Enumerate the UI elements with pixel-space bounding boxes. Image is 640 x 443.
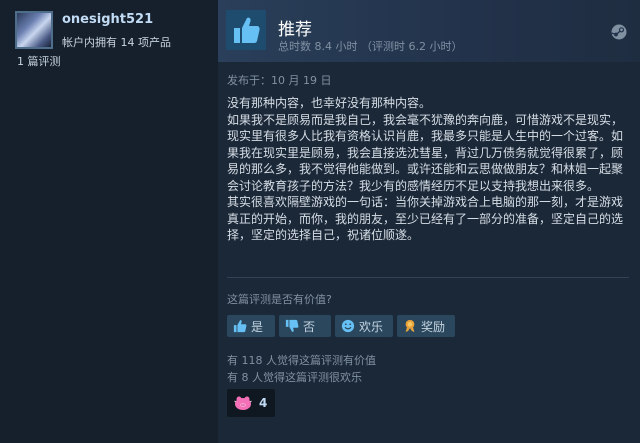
vote-yes-label: 是 (251, 319, 264, 334)
review-panel: 推荐 总时数 8.4 小时 （评测时 6.2 小时） 发布于：10 月 19 日… (218, 0, 640, 443)
funny-count: 有 8 人觉得这篇评测很欢乐 (227, 371, 362, 384)
review-body: 没有那种内容，也幸好没有那种内容。 如果我不是顾易而是我自己，我会毫不犹豫的奔向… (227, 95, 627, 244)
steam-icon (611, 24, 627, 40)
avatar[interactable] (15, 11, 53, 49)
posted-date: 发布于：10 月 19 日 (227, 74, 332, 87)
products-owned[interactable]: 帐户内拥有 14 项产品 (62, 34, 171, 50)
review-verdict[interactable]: 推荐 (278, 15, 312, 40)
vote-funny-button[interactable]: 欢乐 (335, 315, 393, 337)
award-button[interactable]: 奖励 (397, 315, 455, 337)
divider (227, 277, 629, 278)
award-chip[interactable]: 4 (227, 389, 275, 417)
reviews-count[interactable]: 1 篇评测 (17, 53, 61, 69)
vote-no-label: 否 (303, 319, 316, 334)
review-header[interactable]: 推荐 总时数 8.4 小时 （评测时 6.2 小时） (218, 0, 640, 62)
award-count: 4 (259, 396, 268, 410)
author-username[interactable]: onesight521 (62, 12, 153, 27)
pig-award-icon (234, 396, 252, 410)
review-paragraph: 没有那种内容，也幸好没有那种内容。 (227, 96, 432, 110)
helpful-count: 有 118 人觉得这篇评测有价值 (227, 354, 376, 367)
playtime: 总时数 8.4 小时 （评测时 6.2 小时） (278, 40, 463, 53)
author-panel: onesight521 帐户内拥有 14 项产品 1 篇评测 (0, 0, 218, 443)
helpful-question: 这篇评测是否有价值? (227, 293, 332, 306)
thumbs-up-icon (233, 320, 247, 333)
vote-funny-label: 欢乐 (359, 319, 384, 334)
thumbs-up-icon (226, 10, 266, 50)
vote-no-button[interactable]: 否 (279, 315, 331, 337)
thumbs-down-icon (285, 319, 299, 332)
review-paragraph: 如果我不是顾易而是我自己，我会毫不犹豫的奔向鹿，可惜游戏不是现实，现实里有很多人… (227, 112, 624, 193)
award-icon (405, 319, 415, 333)
award-label: 奖励 (421, 319, 446, 334)
review-paragraph: 其实很喜欢隔壁游戏的一句话：当你关掉游戏合上电脑的那一刻，才是游戏真正的开始，而… (227, 195, 624, 242)
smiley-icon (341, 319, 355, 333)
vote-yes-button[interactable]: 是 (227, 315, 275, 337)
